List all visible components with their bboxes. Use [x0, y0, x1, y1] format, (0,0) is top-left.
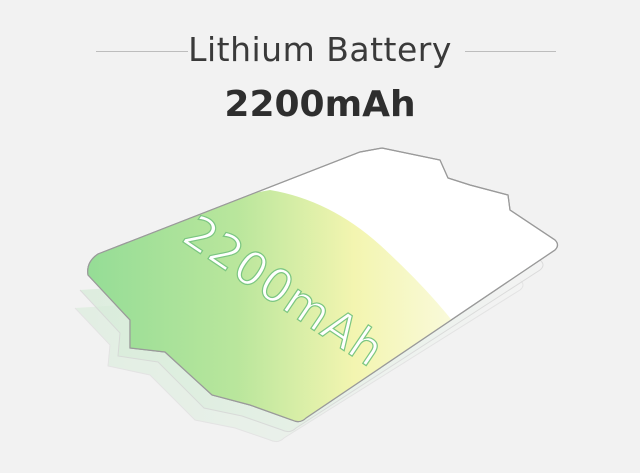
capacity-heading: 2200mAh: [224, 84, 416, 125]
page-title: Lithium Battery: [188, 30, 452, 69]
header: Lithium Battery 2200mAh: [0, 0, 640, 140]
right-divider-line: [465, 51, 556, 52]
battery-illustration: 2200mAh: [74, 147, 559, 443]
